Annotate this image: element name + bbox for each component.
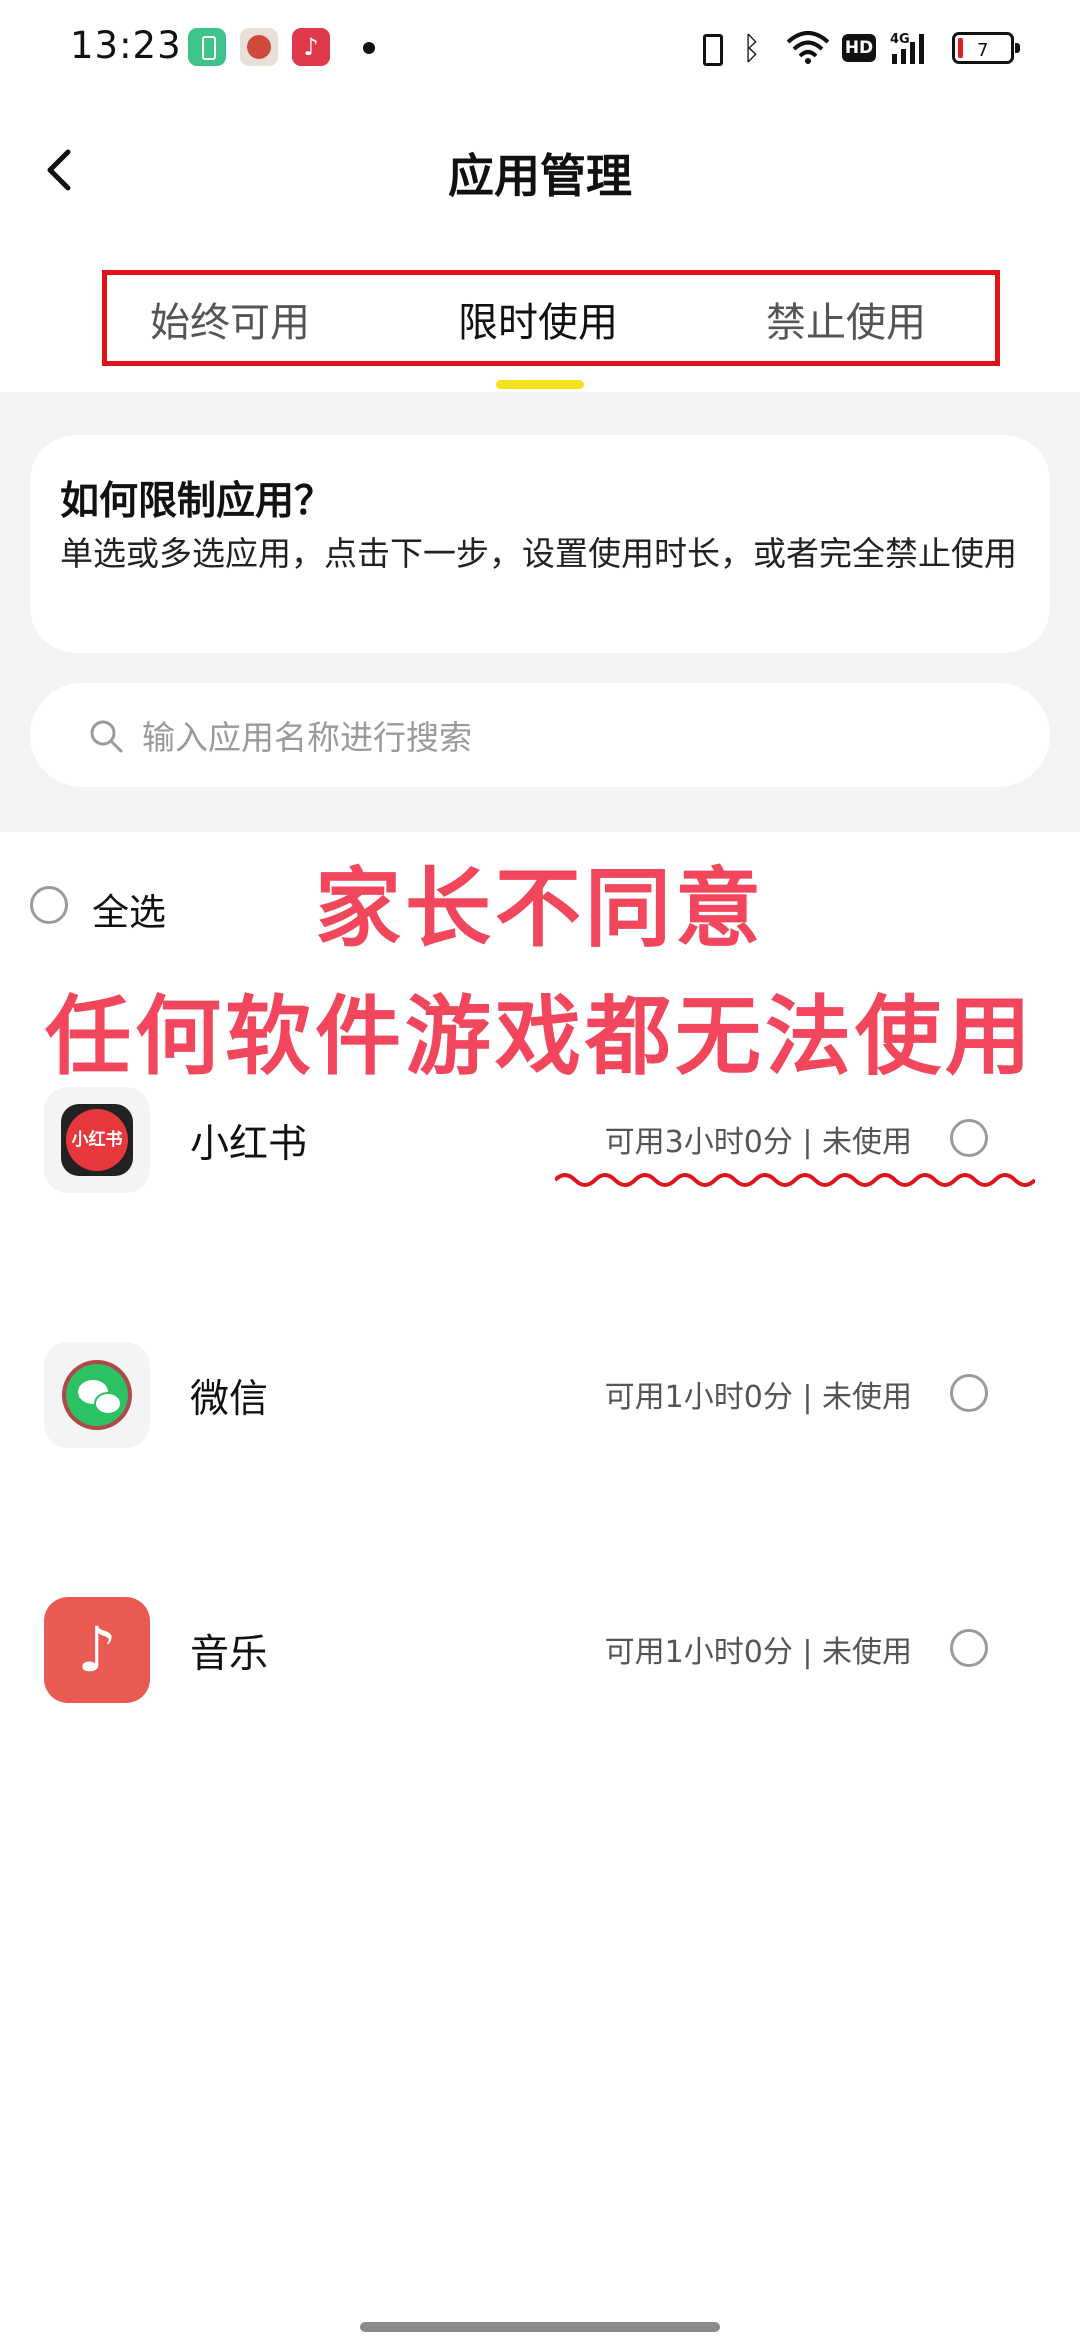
app-select-radio[interactable] xyxy=(950,1374,988,1412)
overlay-caption-line2: 任何软件游戏都无法使用 xyxy=(45,987,1035,1087)
page-title: 应用管理 xyxy=(448,149,632,203)
app-usage-status: 可用1小时0分 | 未使用 xyxy=(604,1635,912,1670)
xiaohongshu-icon-label: 小红书 xyxy=(66,1109,128,1171)
active-tab-indicator xyxy=(496,380,584,389)
tab-forbidden[interactable]: 禁止使用 xyxy=(766,290,926,348)
search-icon xyxy=(88,718,124,754)
app-name: 音乐 xyxy=(190,1632,269,1677)
wechat-icon xyxy=(44,1342,150,1448)
network-type-label: 4G xyxy=(890,32,910,47)
music-note-icon: ♪ xyxy=(44,1597,150,1703)
wifi-icon xyxy=(786,30,830,66)
battery-level: 7 xyxy=(977,40,989,61)
tab-always-available[interactable]: 始终可用 xyxy=(150,290,310,348)
battery-icon: 7 xyxy=(952,32,1020,64)
bluetooth-icon: ᛒ xyxy=(742,29,762,67)
tab-time-limited[interactable]: 限时使用 xyxy=(458,290,618,348)
info-card-description: 单选或多选应用，点击下一步，设置使用时长，或者完全禁止使用 xyxy=(60,534,1017,573)
wavy-underline-annotation xyxy=(553,1168,1037,1192)
app-usage-status: 可用3小时0分 | 未使用 xyxy=(604,1125,912,1160)
music-notification-icon: ♪ xyxy=(292,28,330,66)
app-notification-icon xyxy=(240,28,278,66)
app-select-radio[interactable] xyxy=(950,1119,988,1157)
app-row-wechat[interactable]: 微信 可用1小时0分 | 未使用 xyxy=(0,1342,1080,1452)
app-name: 小红书 xyxy=(190,1122,308,1167)
app-name: 微信 xyxy=(190,1377,269,1422)
info-card-title: 如何限制应用？ xyxy=(60,479,334,524)
app-select-radio[interactable] xyxy=(950,1629,988,1667)
app-usage-status: 可用1小时0分 | 未使用 xyxy=(604,1380,912,1415)
xiaohongshu-icon: 小红书 xyxy=(44,1087,150,1193)
overlay-caption-line1: 家长不同意 xyxy=(315,859,765,959)
home-indicator[interactable] xyxy=(360,2322,720,2332)
search-input[interactable] xyxy=(140,708,1004,766)
status-time: 13:23 xyxy=(70,24,182,67)
signal-icon: 4G xyxy=(890,30,930,66)
vibrate-icon xyxy=(694,30,728,66)
more-notifications-icon xyxy=(363,42,375,54)
status-bar: 13:23 ♪ ᛒ HD 4G 7 xyxy=(0,0,1080,96)
app-row-music[interactable]: ♪ 音乐 可用1小时0分 | 未使用 xyxy=(0,1597,1080,1707)
battery-saver-icon xyxy=(188,28,226,66)
hd-icon: HD xyxy=(842,34,876,62)
